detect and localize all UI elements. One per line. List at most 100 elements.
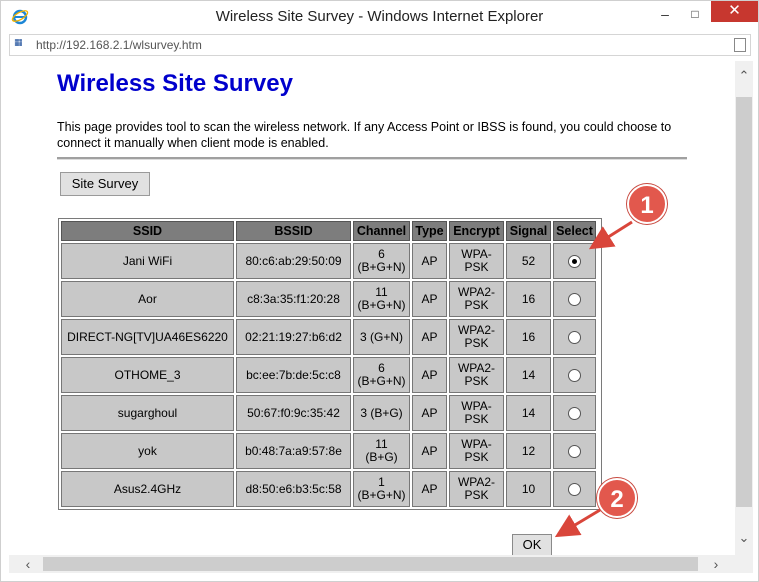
cell-signal: 14 (506, 357, 551, 393)
select-radio[interactable] (568, 444, 581, 458)
table-row: DIRECT-NG[TV]UA46ES6220 02:21:19:27:b6:d2… (61, 319, 596, 355)
cell-signal: 16 (506, 281, 551, 317)
cell-signal: 52 (506, 243, 551, 279)
channel-line-2: (B+G+N) (357, 260, 406, 274)
cell-channel: 6 (B+G+N) (353, 357, 410, 393)
channel-line-2: (B+G+N) (357, 374, 406, 388)
cell-bssid: 80:c6:ab:29:50:09 (236, 243, 351, 279)
table-row: OTHOME_3 bc:ee:7b:de:5c:c8 6 (B+G+N) AP WPA2-… (61, 357, 596, 393)
page-menu-icon[interactable] (734, 38, 746, 52)
scroll-down-icon[interactable]: ⌄ (735, 531, 753, 545)
channel-line-1: 3 (B+G) (360, 405, 403, 420)
cell-encrypt: WPA- PSK (449, 243, 504, 279)
cell-type: AP (412, 281, 447, 317)
scrollbar-corner (735, 555, 753, 573)
cell-encrypt: WPA- PSK (449, 395, 504, 431)
cell-ssid: Aor (61, 281, 234, 317)
cell-bssid: c8:3a:35:f1:20:28 (236, 281, 351, 317)
page-title: Wireless Site Survey (57, 70, 293, 97)
select-radio[interactable] (568, 330, 581, 344)
cell-ssid: OTHOME_3 (61, 357, 234, 393)
table-row: yok b0:48:7a:a9:57:8e 11 (B+G) AP WPA- PSK 12 (61, 433, 596, 469)
cell-channel: 11 (B+G+N) (353, 281, 410, 317)
encrypt-line-2: PSK (464, 450, 489, 464)
maximize-button[interactable]: □ (681, 1, 709, 31)
cell-bssid: 02:21:19:27:b6:d2 (236, 319, 351, 355)
encrypt-line-2: PSK (464, 412, 489, 426)
cell-signal: 10 (506, 471, 551, 507)
header-select: Select (553, 221, 596, 241)
page-icon: ▦ (14, 38, 23, 48)
scroll-left-icon[interactable]: ‹ (21, 555, 35, 573)
encrypt-line-2: PSK (464, 374, 489, 388)
scroll-right-icon[interactable]: › (709, 555, 723, 573)
cell-select (553, 471, 596, 507)
channel-line-2: (B+G) (365, 450, 398, 464)
cell-select (553, 395, 596, 431)
cell-bssid: 50:67:f0:9c:35:42 (236, 395, 351, 431)
cell-select (553, 433, 596, 469)
close-button[interactable]: ✕ (711, 1, 758, 22)
cell-channel: 6 (B+G+N) (353, 243, 410, 279)
cell-channel: 11 (B+G) (353, 433, 410, 469)
cell-ssid: sugarghoul (61, 395, 234, 431)
table-row: Asus2.4GHz d8:50:e6:b3:5c:58 1 (B+G+N) AP WPA… (61, 471, 596, 507)
table-row: Aor c8:3a:35:f1:20:28 11 (B+G+N) AP WPA2- PSK 1… (61, 281, 596, 317)
divider (57, 157, 687, 160)
cell-encrypt: WPA2- PSK (449, 357, 504, 393)
cell-type: AP (412, 357, 447, 393)
select-radio[interactable] (568, 292, 581, 306)
channel-line-2: (B+G+N) (357, 488, 406, 502)
ok-button[interactable]: OK (512, 534, 552, 555)
select-radio[interactable] (568, 254, 581, 268)
header-bssid: BSSID (236, 221, 351, 241)
table-header-row: SSID BSSID Channel Type Encrypt Signal S… (61, 221, 596, 241)
table-row: Jani WiFi 80:c6:ab:29:50:09 6 (B+G+N) AP WPA-… (61, 243, 596, 279)
page-description: This page provides tool to scan the wire… (57, 120, 672, 150)
minimize-button[interactable]: – (650, 1, 680, 31)
cell-select (553, 281, 596, 317)
header-encrypt: Encrypt (449, 221, 504, 241)
cell-signal: 14 (506, 395, 551, 431)
cell-channel: 1 (B+G+N) (353, 471, 410, 507)
cell-ssid: Asus2.4GHz (61, 471, 234, 507)
horizontal-scroll-thumb[interactable] (43, 557, 698, 571)
address-bar[interactable]: ▦ http://192.168.2.1/wlsurvey.htm (9, 34, 751, 56)
cell-type: AP (412, 319, 447, 355)
select-radio[interactable] (568, 368, 581, 382)
select-radio[interactable] (568, 406, 581, 420)
cell-select (553, 357, 596, 393)
vertical-scroll-thumb[interactable] (736, 97, 752, 507)
scroll-up-icon[interactable]: ⌃ (735, 69, 753, 83)
cell-encrypt: WPA2- PSK (449, 281, 504, 317)
cell-select (553, 319, 596, 355)
cell-signal: 16 (506, 319, 551, 355)
cell-channel: 3 (B+G) (353, 395, 410, 431)
survey-table: SSID BSSID Channel Type Encrypt Signal S… (58, 218, 602, 510)
header-signal: Signal (506, 221, 551, 241)
encrypt-line-2: PSK (464, 298, 489, 312)
select-radio[interactable] (568, 482, 581, 496)
cell-type: AP (412, 433, 447, 469)
callout-badge-1: 1 (627, 184, 667, 224)
encrypt-line-2: PSK (464, 488, 489, 502)
header-type: Type (412, 221, 447, 241)
cell-channel: 3 (G+N) (353, 319, 410, 355)
channel-line-2: (B+G+N) (357, 298, 406, 312)
table-row: sugarghoul 50:67:f0:9c:35:42 3 (B+G) AP WPA-… (61, 395, 596, 431)
vertical-scrollbar[interactable]: ⌃ ⌄ (735, 61, 753, 555)
site-survey-button[interactable]: Site Survey (60, 172, 150, 196)
cell-type: AP (412, 395, 447, 431)
cell-encrypt: WPA2- PSK (449, 319, 504, 355)
address-url[interactable]: http://192.168.2.1/wlsurvey.htm (36, 38, 202, 52)
cell-type: AP (412, 243, 447, 279)
cell-encrypt: WPA2- PSK (449, 471, 504, 507)
header-channel: Channel (353, 221, 410, 241)
horizontal-scrollbar[interactable]: ‹ › (9, 555, 735, 573)
encrypt-line-2: PSK (464, 260, 489, 274)
cell-ssid: Jani WiFi (61, 243, 234, 279)
callout-badge-2: 2 (597, 478, 637, 518)
cell-bssid: d8:50:e6:b3:5c:58 (236, 471, 351, 507)
cell-type: AP (412, 471, 447, 507)
cell-bssid: bc:ee:7b:de:5c:c8 (236, 357, 351, 393)
